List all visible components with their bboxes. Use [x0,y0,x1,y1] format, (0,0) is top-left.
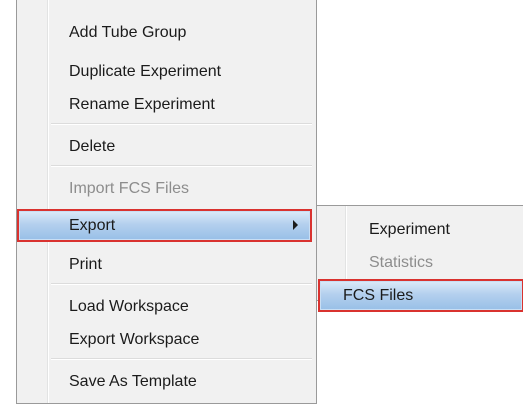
menu-item-export-label: Export [69,217,116,234]
menu-item-export-workspace[interactable]: Export Workspace [17,323,316,356]
submenu-item-experiment[interactable]: Experiment [317,213,523,246]
submenu-arrow-icon [293,220,298,230]
menu-item-load-workspace[interactable]: Load Workspace [17,290,316,323]
menu-separator [51,123,312,125]
context-menu: Add Tube Group Duplicate Experiment Rena… [16,0,317,404]
export-submenu: Experiment Statistics FCS Files [316,205,523,312]
menu-item-duplicate-experiment[interactable]: Duplicate Experiment [17,55,316,88]
menu-item-save-as-template[interactable]: Save As Template [17,365,316,398]
menu-separator [51,165,312,167]
menu-separator [51,358,312,360]
submenu-item-statistics: Statistics [369,254,434,271]
menu-item-print[interactable]: Print [17,248,316,281]
menu-separator [51,283,312,285]
menu-item-rename-experiment[interactable]: Rename Experiment [17,88,316,121]
menu-item-import-fcs-files: Import FCS Files [69,180,190,197]
menu-item-export[interactable]: Export [17,209,312,242]
submenu-item-fcs-files-label: FCS Files [343,287,414,304]
menu-item-add-tube-group[interactable]: Add Tube Group [17,16,316,49]
submenu-item-fcs-files[interactable]: FCS Files [318,279,523,312]
menu-item-delete[interactable]: Delete [17,130,316,163]
